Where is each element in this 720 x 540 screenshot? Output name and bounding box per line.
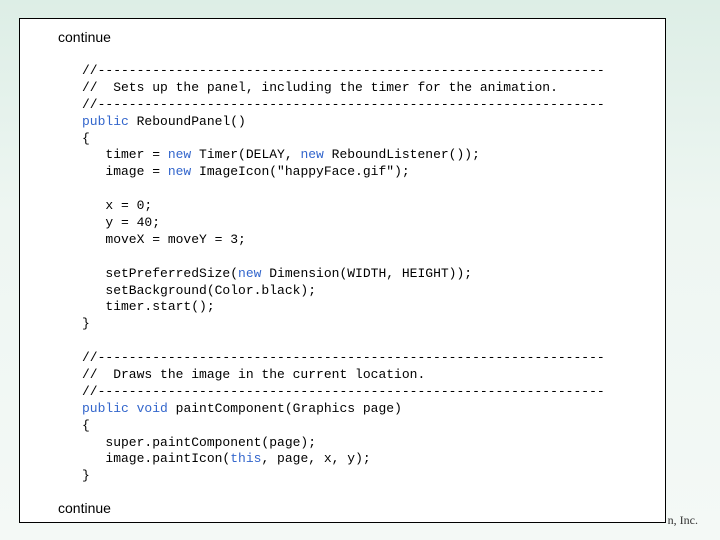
code-keyword: public	[82, 113, 129, 129]
code-text: // Draws the image in the current locati…	[82, 367, 426, 383]
code-line: y = 40;	[82, 215, 605, 232]
code-text: ReboundListener());	[323, 147, 480, 163]
code-line: {	[82, 418, 605, 435]
code-text: y = 40;	[82, 215, 161, 231]
code-text: Timer(DELAY,	[191, 147, 301, 163]
code-line: image.paintIcon(this, page, x, y);	[82, 451, 605, 468]
copyright-footer: n, Inc.	[667, 513, 698, 527]
code-line: //--------------------------------------…	[82, 384, 605, 401]
code-text: setBackground(Color.black);	[82, 282, 317, 298]
code-text: setPreferredSize(	[82, 265, 239, 281]
continue-label-bottom: continue	[58, 500, 111, 516]
code-line: setPreferredSize(new Dimension(WIDTH, HE…	[82, 266, 605, 283]
code-line: // Sets up the panel, including the time…	[82, 80, 605, 97]
code-text: // Sets up the panel, including the time…	[82, 79, 558, 95]
code-line: }	[82, 468, 605, 485]
code-line: super.paintComponent(page);	[82, 435, 605, 452]
code-line: //--------------------------------------…	[82, 350, 605, 367]
code-keyword: this	[230, 451, 262, 467]
code-line: // Draws the image in the current locati…	[82, 367, 605, 384]
code-keyword: public	[82, 400, 129, 416]
code-text: image =	[82, 164, 168, 180]
code-text: //--------------------------------------…	[82, 350, 605, 366]
code-text: image.paintIcon(	[82, 451, 231, 467]
code-text: ImageIcon("happyFace.gif");	[191, 164, 410, 180]
code-keyword: new	[167, 147, 192, 163]
code-line: }	[82, 316, 605, 333]
code-text: //--------------------------------------…	[82, 63, 605, 78]
code-line: setBackground(Color.black);	[82, 283, 605, 300]
code-text: timer.start();	[82, 299, 215, 315]
code-line: public ReboundPanel()	[82, 114, 605, 131]
code-text: }	[82, 316, 90, 332]
code-text: {	[82, 417, 90, 433]
code-text: paintComponent(Graphics page)	[167, 400, 402, 416]
code-line: public void paintComponent(Graphics page…	[82, 401, 605, 418]
code-text: super.paintComponent(page);	[82, 434, 317, 450]
code-text: x = 0;	[82, 198, 153, 214]
code-line: //--------------------------------------…	[82, 97, 605, 114]
code-keyword: new	[167, 164, 192, 180]
code-line: timer.start();	[82, 299, 605, 316]
code-keyword: void	[136, 400, 168, 416]
code-keyword: new	[300, 147, 324, 163]
code-text: {	[82, 130, 90, 146]
code-text: }	[82, 468, 90, 484]
code-text: timer =	[82, 147, 168, 163]
code-keyword: new	[238, 265, 262, 281]
code-line: {	[82, 131, 605, 148]
code-line: x = 0;	[82, 198, 605, 215]
code-text: Dimension(WIDTH, HEIGHT));	[261, 265, 473, 281]
code-text: //--------------------------------------…	[82, 383, 605, 399]
continue-label-top: continue	[58, 29, 111, 45]
code-text: , page, x, y);	[261, 451, 371, 467]
code-text: moveX = moveY = 3;	[82, 231, 246, 247]
code-line: timer = new Timer(DELAY, new ReboundList…	[82, 147, 605, 164]
code-line: //--------------------------------------…	[82, 63, 605, 80]
code-listing: //--------------------------------------…	[82, 63, 605, 485]
code-line: moveX = moveY = 3;	[82, 232, 605, 249]
code-line: image = new ImageIcon("happyFace.gif");	[82, 164, 605, 181]
code-panel: continue //-----------------------------…	[19, 18, 666, 523]
code-text: //--------------------------------------…	[82, 96, 605, 112]
code-text: ReboundPanel()	[128, 113, 246, 129]
